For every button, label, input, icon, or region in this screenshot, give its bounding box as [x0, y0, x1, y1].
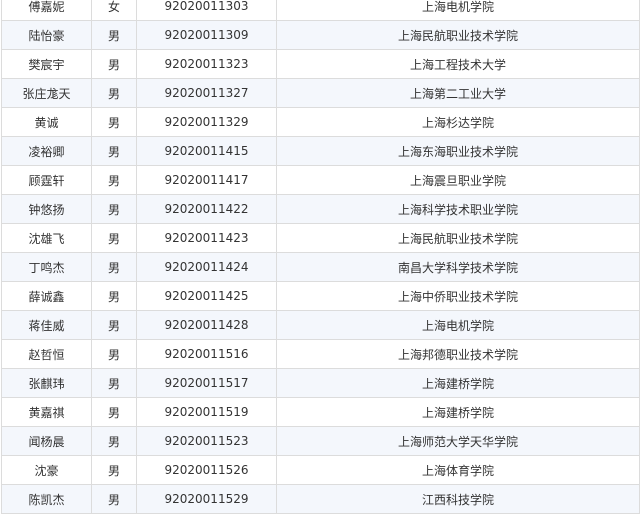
name-cell: 张庄尨天: [1, 78, 92, 108]
table-row: 赵哲恒男 92020011516 上海邦德职业技术学院: [1, 339, 640, 369]
name-cell: 黄嘉祺: [1, 397, 92, 427]
table-row: 黄诚男 92020011329 上海杉达学院: [1, 107, 640, 137]
name-cell: 沈豪: [1, 455, 92, 485]
school-cell: 上海电机学院: [276, 310, 640, 340]
table-row: 傅嘉妮女 92020011303 上海电机学院: [1, 0, 640, 21]
name-cell: 丁鸣杰: [1, 252, 92, 282]
student-id-cell: 92020011516: [136, 339, 277, 369]
table-row: 陈凯杰男 92020011529 江西科技学院: [1, 484, 640, 514]
table-row: 樊宸宇男 92020011323 上海工程技术大学: [1, 49, 640, 79]
school-cell: 上海东海职业技术学院: [276, 136, 640, 166]
school-cell: 上海第二工业大学: [276, 78, 640, 108]
gender-cell: 男: [91, 223, 137, 253]
gender-cell: 男: [91, 339, 137, 369]
gender-cell: 男: [91, 281, 137, 311]
table-row: 薛诚鑫男 92020011425 上海中侨职业技术学院: [1, 281, 640, 311]
table-row: 陆怡豪男 92020011309 上海民航职业技术学院: [1, 20, 640, 50]
student-id-cell: 92020011425: [136, 281, 277, 311]
school-cell: 上海中侨职业技术学院: [276, 281, 640, 311]
name-cell: 张麒玮: [1, 368, 92, 398]
student-id-cell: 92020011415: [136, 136, 277, 166]
school-cell: 上海建桥学院: [276, 397, 640, 427]
gender-cell: 男: [91, 20, 137, 50]
table-row: 顾霆轩男 92020011417 上海震旦职业学院: [1, 165, 640, 195]
table-row: 沈雄飞男 92020011423 上海民航职业技术学院: [1, 223, 640, 253]
gender-cell: 男: [91, 484, 137, 514]
student-id-cell: 92020011417: [136, 165, 277, 195]
name-cell: 傅嘉妮: [1, 0, 92, 21]
school-cell: 上海震旦职业学院: [276, 165, 640, 195]
gender-cell: 男: [91, 49, 137, 79]
school-cell: 上海民航职业技术学院: [276, 20, 640, 50]
name-cell: 沈雄飞: [1, 223, 92, 253]
name-cell: 闻杨晨: [1, 426, 92, 456]
table-row: 沈豪男 92020011526 上海体育学院: [1, 455, 640, 485]
student-id-cell: 92020011424: [136, 252, 277, 282]
table-row: 闻杨晨男 92020011523 上海师范大学天华学院: [1, 426, 640, 456]
table-body: 傅嘉妮女 92020011303 上海电机学院 陆怡豪男 92020011309 上海民航…: [1, 0, 640, 514]
school-cell: 上海建桥学院: [276, 368, 640, 398]
table-row: 丁鸣杰男 92020011424 南昌大学科学技术学院: [1, 252, 640, 282]
gender-cell: 男: [91, 455, 137, 485]
student-id-cell: 92020011517: [136, 368, 277, 398]
table-row: 张庄尨天男 92020011327 上海第二工业大学: [1, 78, 640, 108]
school-cell: 上海工程技术大学: [276, 49, 640, 79]
table-row: 钟悠扬男 92020011422 上海科学技术职业学院: [1, 194, 640, 224]
student-id-cell: 92020011327: [136, 78, 277, 108]
gender-cell: 男: [91, 426, 137, 456]
name-cell: 钟悠扬: [1, 194, 92, 224]
school-cell: 上海师范大学天华学院: [276, 426, 640, 456]
student-id-cell: 92020011309: [136, 20, 277, 50]
name-cell: 薛诚鑫: [1, 281, 92, 311]
student-id-cell: 92020011519: [136, 397, 277, 427]
student-id-cell: 92020011529: [136, 484, 277, 514]
name-cell: 赵哲恒: [1, 339, 92, 369]
gender-cell: 男: [91, 252, 137, 282]
student-id-cell: 92020011329: [136, 107, 277, 137]
table-row: 黄嘉祺男 92020011519 上海建桥学院: [1, 397, 640, 427]
gender-cell: 女: [91, 0, 137, 21]
gender-cell: 男: [91, 78, 137, 108]
school-cell: 上海体育学院: [276, 455, 640, 485]
student-id-cell: 92020011423: [136, 223, 277, 253]
school-cell: 江西科技学院: [276, 484, 640, 514]
gender-cell: 男: [91, 165, 137, 195]
name-cell: 樊宸宇: [1, 49, 92, 79]
student-table: 傅嘉妮女 92020011303 上海电机学院 陆怡豪男 92020011309 上海民航…: [1, 0, 640, 514]
gender-cell: 男: [91, 136, 137, 166]
name-cell: 顾霆轩: [1, 165, 92, 195]
name-cell: 黄诚: [1, 107, 92, 137]
name-cell: 蒋佳威: [1, 310, 92, 340]
name-cell: 凌裕卿: [1, 136, 92, 166]
table-row: 凌裕卿男 92020011415 上海东海职业技术学院: [1, 136, 640, 166]
gender-cell: 男: [91, 194, 137, 224]
student-id-cell: 92020011428: [136, 310, 277, 340]
student-id-cell: 92020011323: [136, 49, 277, 79]
table-row: 张麒玮男 92020011517 上海建桥学院: [1, 368, 640, 398]
name-cell: 陆怡豪: [1, 20, 92, 50]
name-cell: 陈凯杰: [1, 484, 92, 514]
student-id-cell: 92020011303: [136, 0, 277, 21]
gender-cell: 男: [91, 368, 137, 398]
gender-cell: 男: [91, 310, 137, 340]
school-cell: 上海杉达学院: [276, 107, 640, 137]
school-cell: 上海邦德职业技术学院: [276, 339, 640, 369]
student-id-cell: 92020011526: [136, 455, 277, 485]
school-cell: 上海民航职业技术学院: [276, 223, 640, 253]
school-cell: 上海电机学院: [276, 0, 640, 21]
gender-cell: 男: [91, 107, 137, 137]
school-cell: 上海科学技术职业学院: [276, 194, 640, 224]
school-cell: 南昌大学科学技术学院: [276, 252, 640, 282]
student-id-cell: 92020011523: [136, 426, 277, 456]
gender-cell: 男: [91, 397, 137, 427]
table-row: 蒋佳威男 92020011428 上海电机学院: [1, 310, 640, 340]
student-id-cell: 92020011422: [136, 194, 277, 224]
